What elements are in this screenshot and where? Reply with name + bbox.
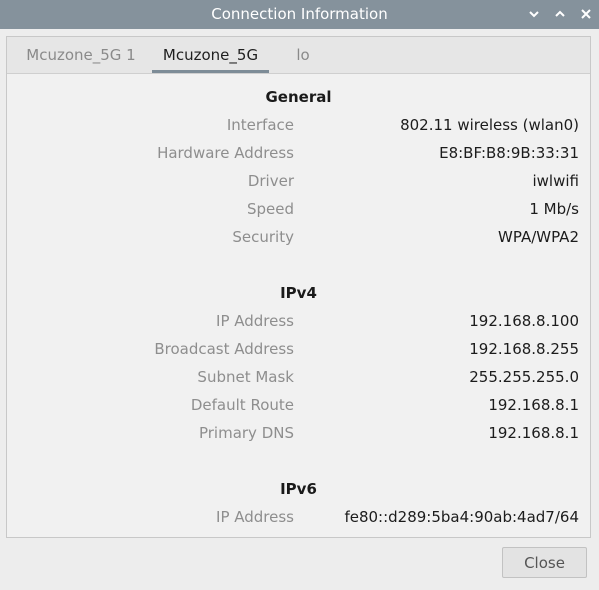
- info-row-subnet-mask: Subnet Mask 255.255.255.0: [7, 368, 590, 386]
- info-value[interactable]: fe80::d289:5ba4:90ab:4ad7/64: [344, 508, 579, 526]
- info-value[interactable]: 192.168.8.1: [488, 396, 579, 414]
- info-row-broadcast-address: Broadcast Address 192.168.8.255: [7, 340, 590, 358]
- active-tab-indicator: [152, 70, 269, 73]
- info-label: IP Address: [216, 312, 294, 330]
- info-row-hardware-address: Hardware Address E8:BF:B8:9B:33:31: [7, 144, 590, 162]
- info-value[interactable]: 802.11 wireless (wlan0): [400, 116, 579, 134]
- info-value[interactable]: iwlwifi: [533, 172, 580, 190]
- info-label: Security: [232, 228, 294, 246]
- info-value[interactable]: 192.168.8.255: [469, 340, 579, 358]
- connection-info-panel: Mcuzone_5G 1 Mcuzone_5G lo General Inter…: [6, 36, 591, 538]
- info-label: Primary DNS: [198, 424, 294, 442]
- ipv4-heading: IPv4: [280, 284, 317, 302]
- info-row-ip-address: IP Address 192.168.8.100: [7, 312, 590, 330]
- title-bar: Connection Information: [0, 0, 599, 29]
- close-button[interactable]: Close: [502, 547, 587, 578]
- window-title: Connection Information: [211, 5, 388, 23]
- tab-lo[interactable]: lo: [285, 37, 321, 73]
- info-label: Broadcast Address: [154, 340, 294, 358]
- info-label: Default Route: [190, 396, 294, 414]
- info-label: IP Address: [216, 508, 294, 526]
- info-row-driver: Driver iwlwifi: [7, 172, 590, 190]
- info-label: Hardware Address: [157, 144, 294, 162]
- minimize-button[interactable]: [525, 5, 543, 23]
- info-label: Subnet Mask: [197, 368, 294, 386]
- info-value[interactable]: 255.255.255.0: [469, 368, 579, 386]
- maximize-button[interactable]: [551, 5, 569, 23]
- general-heading: General: [265, 88, 332, 106]
- chevron-up-icon: [554, 8, 566, 20]
- tab-mcuzone-5g[interactable]: Mcuzone_5G: [152, 37, 269, 73]
- info-value[interactable]: 1 Mb/s: [529, 200, 579, 218]
- ipv6-heading: IPv6: [280, 480, 317, 498]
- info-row-primary-dns: Primary DNS 192.168.8.1: [7, 424, 590, 442]
- info-row-security: Security WPA/WPA2: [7, 228, 590, 246]
- chevron-down-icon: [528, 8, 540, 20]
- info-value[interactable]: WPA/WPA2: [498, 228, 579, 246]
- info-row-interface: Interface 802.11 wireless (wlan0): [7, 116, 590, 134]
- info-value[interactable]: 192.168.8.1: [488, 424, 579, 442]
- info-label: Interface: [226, 116, 294, 134]
- info-row-default-route: Default Route 192.168.8.1: [7, 396, 590, 414]
- close-icon: [580, 8, 592, 20]
- info-label: Speed: [246, 200, 294, 218]
- info-value[interactable]: 192.168.8.100: [469, 312, 579, 330]
- info-value[interactable]: E8:BF:B8:9B:33:31: [439, 144, 579, 162]
- tab-mcuzone-5g-1[interactable]: Mcuzone_5G 1: [15, 37, 147, 73]
- info-row-speed: Speed 1 Mb/s: [7, 200, 590, 218]
- close-window-button[interactable]: [577, 5, 595, 23]
- tab-bar: Mcuzone_5G 1 Mcuzone_5G lo: [7, 37, 590, 74]
- info-label: Driver: [247, 172, 294, 190]
- info-row-ipv6-address: IP Address fe80::d289:5ba4:90ab:4ad7/64: [7, 508, 590, 526]
